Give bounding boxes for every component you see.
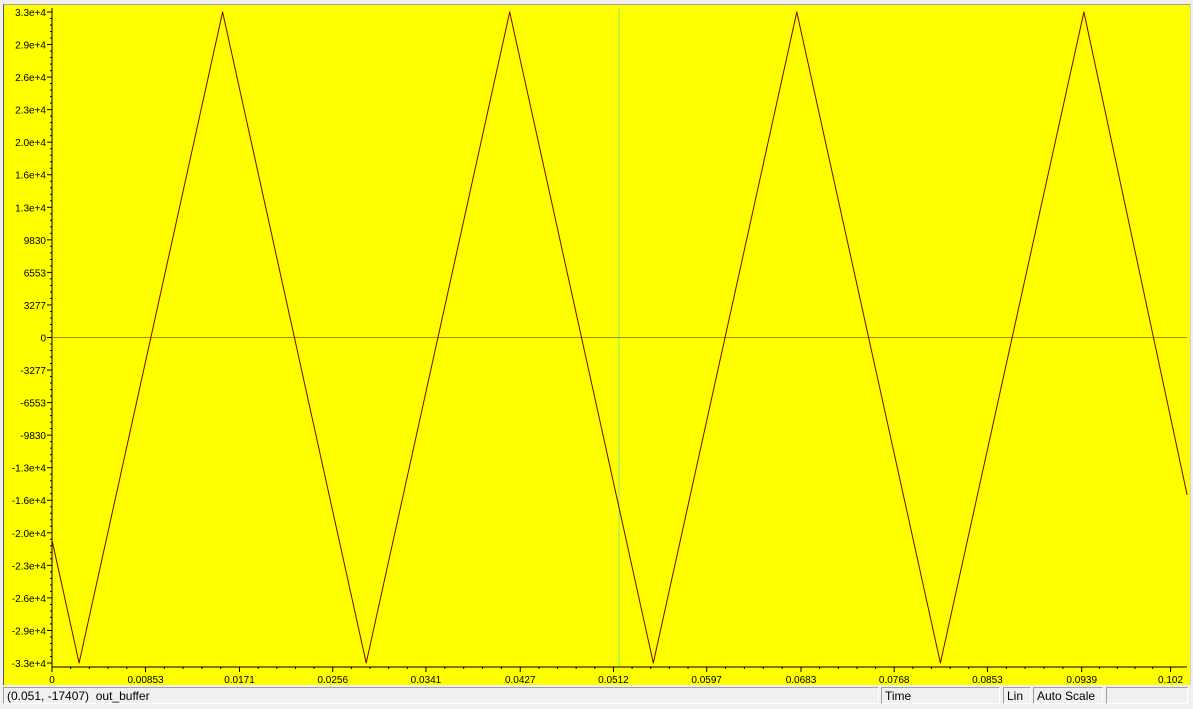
data-point xyxy=(51,539,53,541)
x-tick-label: 0.0341 xyxy=(411,675,442,685)
y-tick-label: 2.6e+4 xyxy=(15,73,46,84)
y-tick-label: 1.3e+4 xyxy=(15,203,46,214)
status-bar: (0.051, -17407) out_buffer Time Lin Auto… xyxy=(0,687,1193,709)
y-tick-label: -1.3e+4 xyxy=(12,464,47,475)
y-tick-label: -2.6e+4 xyxy=(12,594,47,605)
data-point xyxy=(1083,11,1085,13)
y-tick-label: -2.9e+4 xyxy=(12,626,47,637)
data-point xyxy=(509,11,511,13)
y-tick-label: 3277 xyxy=(24,301,47,312)
y-tick-label: 1.6e+4 xyxy=(15,171,46,182)
x-tick-label: 0.0597 xyxy=(691,675,722,685)
x-tick-label: 0.0768 xyxy=(879,675,910,685)
scale-type[interactable]: Lin xyxy=(1003,687,1031,704)
data-point xyxy=(939,662,941,664)
data-point xyxy=(365,662,367,664)
x-tick-label: 0.102 xyxy=(1158,675,1183,685)
data-point xyxy=(222,11,224,13)
y-tick-label: 2.3e+4 xyxy=(15,106,46,117)
x-tick-label: 0.0683 xyxy=(786,675,817,685)
data-point xyxy=(78,662,80,664)
x-tick-label: 0 xyxy=(49,675,55,685)
y-tick-label: -6553 xyxy=(20,399,46,410)
y-tick-label: -2.0e+4 xyxy=(12,529,47,540)
status-extra xyxy=(1106,687,1188,704)
y-tick-label: 2.9e+4 xyxy=(15,41,46,52)
y-tick-label: 0 xyxy=(40,333,46,344)
y-tick-label: 3.3e+4 xyxy=(15,8,46,19)
y-tick-label: 2.0e+4 xyxy=(15,138,46,149)
graph-window[interactable]: 3.3e+4 2.9e+4 2.6e+4 2.3e+4 2.0e+4 1.6e+4 1.3e… xyxy=(3,4,1191,685)
cursor-readout: (0.051, -17407) xyxy=(7,689,90,703)
y-tick-label: -1.6e+4 xyxy=(12,496,47,507)
cursor-readout-cell: (0.051, -17407) out_buffer xyxy=(3,687,879,704)
y-tick-label: -9830 xyxy=(20,431,46,442)
x-tick-label: 0.0853 xyxy=(972,675,1003,685)
y-tick-label: 9830 xyxy=(24,236,47,247)
y-tick-label: 6553 xyxy=(24,268,47,279)
y-tick-label: -2.3e+4 xyxy=(12,561,47,572)
signal-name: out_buffer xyxy=(95,689,150,703)
x-tick-label: 0.0256 xyxy=(317,675,348,685)
x-tick-label: 0.00853 xyxy=(127,675,164,685)
x-tick-label: 0.0512 xyxy=(598,675,629,685)
scale-mode[interactable]: Auto Scale xyxy=(1033,687,1103,704)
axis-mode[interactable]: Time xyxy=(881,687,1000,704)
x-tick-label: 0.0939 xyxy=(1066,675,1097,685)
x-tick-label: 0.0427 xyxy=(505,675,536,685)
data-point xyxy=(1186,493,1188,495)
data-point xyxy=(796,11,798,13)
y-tick-label: -3.3e+4 xyxy=(12,659,47,670)
x-tick-label: 0.0171 xyxy=(224,675,255,685)
y-tick-label: -3277 xyxy=(20,366,46,377)
time-plot[interactable]: 3.3e+4 2.9e+4 2.6e+4 2.3e+4 2.0e+4 1.6e+4 1.3e… xyxy=(4,5,1190,685)
data-point xyxy=(652,662,654,664)
